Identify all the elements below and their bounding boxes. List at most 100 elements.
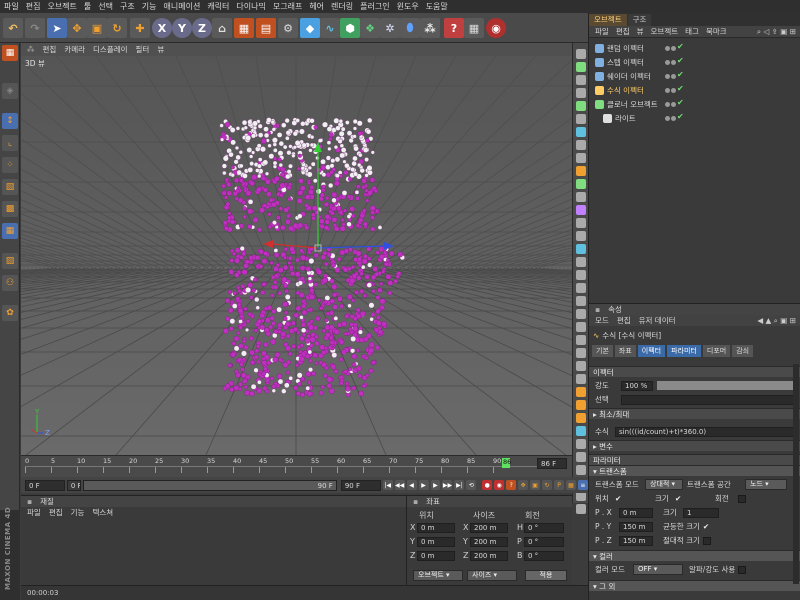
coord-size-field[interactable]: 200 m — [470, 537, 508, 547]
side-tool-icon[interactable] — [576, 244, 586, 254]
section-color[interactable]: ▾ 컬러 — [589, 550, 800, 561]
side-tool-icon[interactable] — [576, 283, 586, 293]
viewport-menu-view[interactable]: 뷰 — [157, 44, 164, 55]
side-tool-icon[interactable] — [576, 140, 586, 150]
start-frame-min[interactable]: 0 F — [66, 479, 81, 491]
side-tool-icon[interactable] — [576, 166, 586, 176]
render-visibility-dot[interactable] — [671, 88, 676, 93]
py-field[interactable]: 150 m — [619, 521, 653, 532]
side-tool-icon[interactable] — [576, 257, 586, 267]
coord-position-field[interactable]: 0 m — [417, 537, 455, 547]
x-axis-button[interactable]: X — [152, 18, 172, 38]
key-param-icon[interactable]: P — [554, 480, 564, 490]
om-menu-bookmark[interactable]: 북마크 — [706, 26, 727, 37]
key-rotation-icon[interactable]: ↻ — [542, 480, 553, 490]
material-menu-file[interactable]: 파일 — [27, 507, 41, 518]
model-mode-icon[interactable]: ◈ — [2, 83, 18, 99]
material-menu-function[interactable]: 기능 — [71, 507, 85, 518]
snap-icon[interactable]: ⚇ — [2, 275, 18, 291]
side-tool-icon[interactable] — [576, 75, 586, 85]
menu-item[interactable]: 플러그인 — [360, 1, 389, 12]
coord-rotation-field[interactable]: 0 ° — [524, 537, 564, 547]
strength-slider[interactable] — [657, 381, 797, 390]
side-tool-icon[interactable] — [576, 348, 586, 358]
side-tool-icon[interactable] — [576, 465, 586, 475]
menu-item[interactable]: 파일 — [4, 1, 19, 12]
side-tool-icon[interactable] — [576, 270, 586, 280]
object-list-item[interactable]: 수식 이펙터 — [589, 84, 800, 97]
side-tool-icon[interactable] — [576, 205, 586, 215]
attr-nav-icons[interactable]: ◀ ▲ ⌕ ▣ ⊞ — [757, 316, 796, 326]
side-tool-icon[interactable] — [576, 452, 586, 462]
menu-item[interactable]: 윈도우 — [397, 1, 419, 12]
viewport-menu-camera[interactable]: 카메라 — [64, 44, 85, 55]
object-list-item[interactable]: 클로너 오브젝트 — [589, 98, 800, 111]
goto-start-icon[interactable]: |◀ — [382, 480, 393, 490]
side-tool-icon[interactable] — [576, 231, 586, 241]
spline-icon[interactable]: ∿ — [320, 18, 340, 38]
coords-mode-dropdown[interactable]: 오브젝트 ▾ — [413, 570, 463, 581]
render-visibility-dot[interactable] — [671, 74, 676, 79]
om-menu-object[interactable]: 오브젝트 — [651, 26, 679, 37]
deformer-icon[interactable]: ✲ — [380, 18, 400, 38]
redo-icon[interactable]: ↷ — [25, 18, 45, 38]
object-list-item[interactable]: 라이트 — [589, 112, 800, 125]
prev-frame-icon[interactable]: ◀ — [406, 480, 417, 490]
move-icon[interactable]: ✥ — [67, 18, 87, 38]
side-tool-icon[interactable] — [576, 127, 586, 137]
coord-size-field[interactable]: 200 m — [470, 523, 508, 533]
menu-item[interactable]: 도움말 — [426, 1, 448, 12]
viewport-menu-edit[interactable]: 편집 — [43, 44, 57, 55]
enabled-check-icon[interactable]: ✔ — [677, 112, 684, 121]
scene-icon[interactable]: ⬮ — [400, 18, 420, 38]
enabled-check-icon[interactable]: ✔ — [677, 42, 684, 51]
record-icon[interactable]: ◉ — [486, 18, 506, 38]
side-tool-icon[interactable] — [576, 439, 586, 449]
coord-rotation-field[interactable]: 0 ° — [524, 523, 564, 533]
material-menu-edit[interactable]: 편집 — [49, 507, 63, 518]
menu-item[interactable]: 다이나믹 — [236, 1, 265, 12]
menu-item[interactable]: 헤어 — [309, 1, 324, 12]
enabled-check-icon[interactable]: ✔ — [677, 56, 684, 65]
side-tool-icon[interactable] — [576, 426, 586, 436]
uniform-scale-check-icon[interactable]: ✔ — [703, 522, 709, 531]
side-tool-icon[interactable] — [576, 296, 586, 306]
tab-objects[interactable]: 오브젝트 — [589, 14, 627, 26]
visibility-dot[interactable] — [665, 88, 670, 93]
visibility-dot[interactable] — [665, 102, 670, 107]
attr-menu-mode[interactable]: 모드 — [595, 315, 609, 326]
workplane-icon[interactable]: ▨ — [2, 253, 18, 269]
render-visibility-dot[interactable] — [671, 46, 676, 51]
undo-icon[interactable]: ↶ — [3, 18, 23, 38]
key-scale-icon[interactable]: ▣ — [530, 480, 541, 490]
px-field[interactable]: 0 m — [619, 507, 653, 518]
render-picture-icon[interactable]: ▤ — [256, 18, 276, 38]
record-key-icon[interactable]: ● — [482, 480, 493, 490]
camera-icon[interactable]: ⁂ — [420, 18, 440, 38]
alpha-checkbox[interactable] — [738, 565, 747, 574]
pz-field[interactable]: 150 m — [619, 535, 653, 546]
menu-item[interactable]: 캐릭터 — [207, 1, 229, 12]
menu-item[interactable]: 기능 — [142, 1, 157, 12]
section-minmax[interactable]: ▸ 최소/최대 — [589, 408, 800, 419]
color-mode-dropdown[interactable]: OFF ▾ — [633, 564, 683, 575]
side-tool-icon[interactable] — [576, 374, 586, 384]
viewport-menu-display[interactable]: 디스플레이 — [93, 44, 128, 55]
menu-item[interactable]: 애니메이션 — [164, 1, 201, 12]
attr-tab-coord[interactable]: 좌표 — [614, 345, 636, 357]
side-tool-icon[interactable] — [576, 88, 586, 98]
section-other[interactable]: ▾ 그 외 — [589, 580, 800, 591]
side-tool-icon[interactable] — [576, 413, 586, 423]
menu-item[interactable]: 편집 — [26, 1, 41, 12]
attr-tab-falloff[interactable]: 감쇠 — [732, 345, 754, 357]
side-tool-icon[interactable] — [576, 218, 586, 228]
visibility-dot[interactable] — [665, 60, 670, 65]
sculpt-icon[interactable]: ✿ — [2, 305, 18, 321]
selection-field[interactable] — [621, 394, 797, 405]
om-menu-view[interactable]: 뷰 — [637, 26, 644, 37]
side-tool-icon[interactable] — [576, 335, 586, 345]
attr-tab-effector[interactable]: 이펙터 — [637, 345, 666, 357]
key-position-icon[interactable]: ✥ — [518, 480, 529, 490]
texture-mode-icon[interactable]: ▦ — [2, 223, 18, 239]
menu-item[interactable]: 선택 — [98, 1, 113, 12]
